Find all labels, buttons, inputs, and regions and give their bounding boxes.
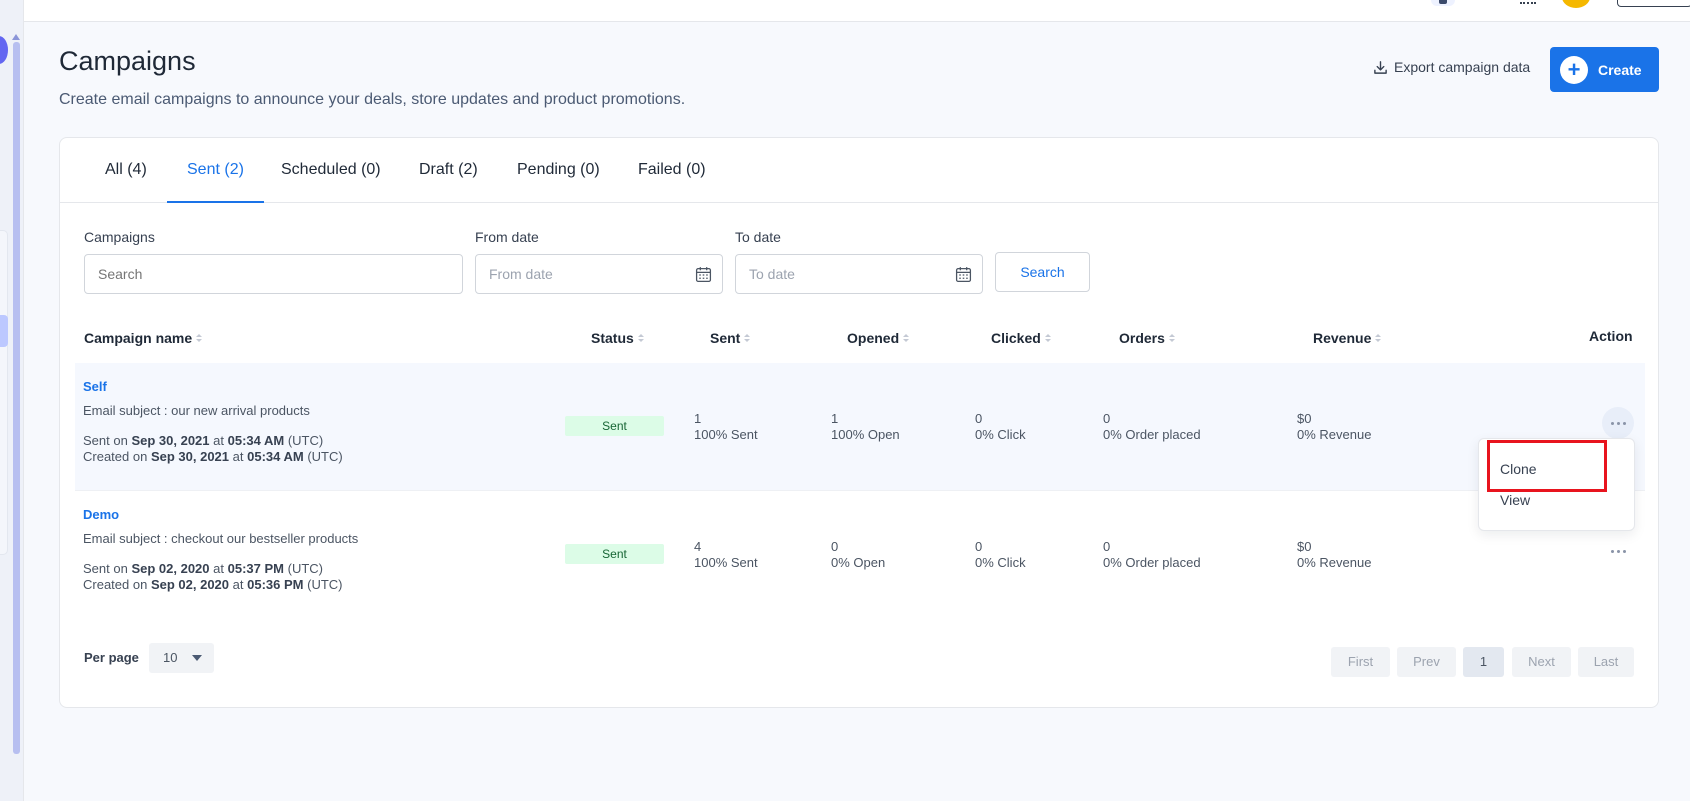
sent-metric: 1 100% Sent <box>694 411 758 442</box>
email-subject: Email subject : checkout our bestseller … <box>83 531 359 546</box>
tab-all[interactable]: All (4) <box>85 138 167 203</box>
calendar-icon[interactable] <box>695 266 712 283</box>
pagination-next[interactable]: Next <box>1512 647 1571 677</box>
status-badge: Sent <box>565 544 664 564</box>
created-on-text: Created on Sep 30, 2021 at 05:34 AM (UTC… <box>83 449 343 464</box>
download-icon <box>1374 60 1387 74</box>
campaigns-card: All (4) Sent (2) Scheduled (0) Draft (2)… <box>59 137 1659 708</box>
more-horizontal-icon <box>1610 421 1614 425</box>
plus-icon: + <box>1560 55 1588 84</box>
status-badge: Sent <box>565 416 664 436</box>
clicked-metric: 0 0% Click <box>975 411 1026 442</box>
more-actions-button[interactable] <box>1602 407 1634 439</box>
column-header-status[interactable]: Status <box>591 330 644 346</box>
create-label: Create <box>1598 61 1642 78</box>
per-page-select[interactable]: 10 <box>149 643 214 673</box>
tab-scheduled[interactable]: Scheduled (0) <box>261 138 401 203</box>
column-label: Clicked <box>991 330 1041 346</box>
column-label: Opened <box>847 330 900 346</box>
per-page-label: Per page <box>84 650 139 665</box>
tab-sent[interactable]: Sent (2) <box>167 138 264 203</box>
per-page-value: 10 <box>163 650 178 665</box>
table-row: Demo Email subject : checkout our bestse… <box>75 491 1645 619</box>
export-campaign-data-link[interactable]: Export campaign data <box>1373 59 1530 75</box>
sort-icon <box>637 334 644 342</box>
menu-item-clone[interactable]: Clone <box>1500 461 1537 477</box>
campaigns-filter-label: Campaigns <box>84 229 155 245</box>
more-actions-button[interactable] <box>1602 535 1634 567</box>
column-header-action: Action <box>1589 328 1633 344</box>
chevron-down-icon <box>192 655 202 661</box>
campaign-search-input[interactable] <box>84 254 463 294</box>
scroll-up-icon[interactable] <box>12 34 20 40</box>
page-title: Campaigns <box>59 46 196 76</box>
column-header-orders[interactable]: Orders <box>1119 330 1175 346</box>
create-button[interactable]: + Create <box>1550 47 1659 92</box>
column-header-clicked[interactable]: Clicked <box>991 330 1051 346</box>
to-date-input[interactable]: To date <box>735 254 983 294</box>
column-header-campaign-name[interactable]: Campaign name <box>84 330 203 346</box>
sidebar-selected-item[interactable] <box>0 315 8 347</box>
tab-draft[interactable]: Draft (2) <box>399 138 498 203</box>
column-label: Sent <box>710 330 741 346</box>
tab-pending[interactable]: Pending (0) <box>497 138 620 203</box>
notification-icon[interactable] <box>1431 0 1455 6</box>
clicked-metric: 0 0% Click <box>975 539 1026 570</box>
revenue-metric: $0 0% Revenue <box>1297 539 1372 570</box>
column-label: Orders <box>1119 330 1165 346</box>
column-label: Status <box>591 330 634 346</box>
opened-metric: 0 0% Open <box>831 539 886 570</box>
column-header-revenue[interactable]: Revenue <box>1313 330 1382 346</box>
sidebar-panel <box>0 230 8 555</box>
from-date-placeholder: From date <box>489 266 553 282</box>
from-date-label: From date <box>475 229 539 245</box>
search-button[interactable]: Search <box>995 252 1090 292</box>
more-horizontal-icon <box>1610 549 1614 553</box>
opened-metric: 1 100% Open <box>831 411 900 442</box>
to-date-placeholder: To date <box>749 266 795 282</box>
sort-icon <box>744 334 751 342</box>
top-bar <box>24 0 1690 22</box>
pagination-first[interactable]: First <box>1331 647 1390 677</box>
status-tabs: All (4) Sent (2) Scheduled (0) Draft (2)… <box>60 138 1658 203</box>
sort-icon <box>903 334 910 342</box>
created-on-text: Created on Sep 02, 2020 at 05:36 PM (UTC… <box>83 577 343 592</box>
menu-item-view[interactable]: View <box>1500 492 1530 508</box>
column-header-opened[interactable]: Opened <box>847 330 910 346</box>
calendar-icon[interactable] <box>955 266 972 283</box>
email-subject: Email subject : our new arrival products <box>83 403 310 418</box>
column-header-sent[interactable]: Sent <box>710 330 751 346</box>
pagination-page-1[interactable]: 1 <box>1463 647 1504 677</box>
tab-failed[interactable]: Failed (0) <box>618 138 726 203</box>
from-date-input[interactable]: From date <box>475 254 723 294</box>
brand-logo <box>0 36 8 64</box>
orders-metric: 0 0% Order placed <box>1103 539 1201 570</box>
export-label: Export campaign data <box>1394 59 1531 75</box>
orders-metric: 0 0% Order placed <box>1103 411 1201 442</box>
campaign-name-link[interactable]: Demo <box>83 507 119 522</box>
revenue-metric: $0 0% Revenue <box>1297 411 1372 442</box>
column-label: Revenue <box>1313 330 1372 346</box>
sort-icon <box>1375 334 1382 342</box>
column-label: Campaign name <box>84 330 193 346</box>
apps-grid-icon[interactable] <box>1520 0 1536 4</box>
sent-metric: 4 100% Sent <box>694 539 758 570</box>
left-rail <box>0 0 24 801</box>
sort-icon <box>1168 334 1175 342</box>
sent-on-text: Sent on Sep 02, 2020 at 05:37 PM (UTC) <box>83 561 323 576</box>
row-actions-menu: Clone View <box>1478 438 1635 531</box>
sort-icon <box>196 334 203 342</box>
table-row: Self Email subject : our new arrival pro… <box>75 363 1645 491</box>
to-date-label: To date <box>735 229 781 245</box>
sort-icon <box>1044 334 1051 342</box>
account-button[interactable] <box>1617 0 1690 7</box>
scrollbar[interactable] <box>13 42 20 754</box>
campaign-name-link[interactable]: Self <box>83 379 107 394</box>
pagination-last[interactable]: Last <box>1578 647 1634 677</box>
avatar[interactable] <box>1562 0 1590 8</box>
sent-on-text: Sent on Sep 30, 2021 at 05:34 AM (UTC) <box>83 433 324 448</box>
pagination-prev[interactable]: Prev <box>1397 647 1456 677</box>
page-subtitle: Create email campaigns to announce your … <box>59 91 686 108</box>
